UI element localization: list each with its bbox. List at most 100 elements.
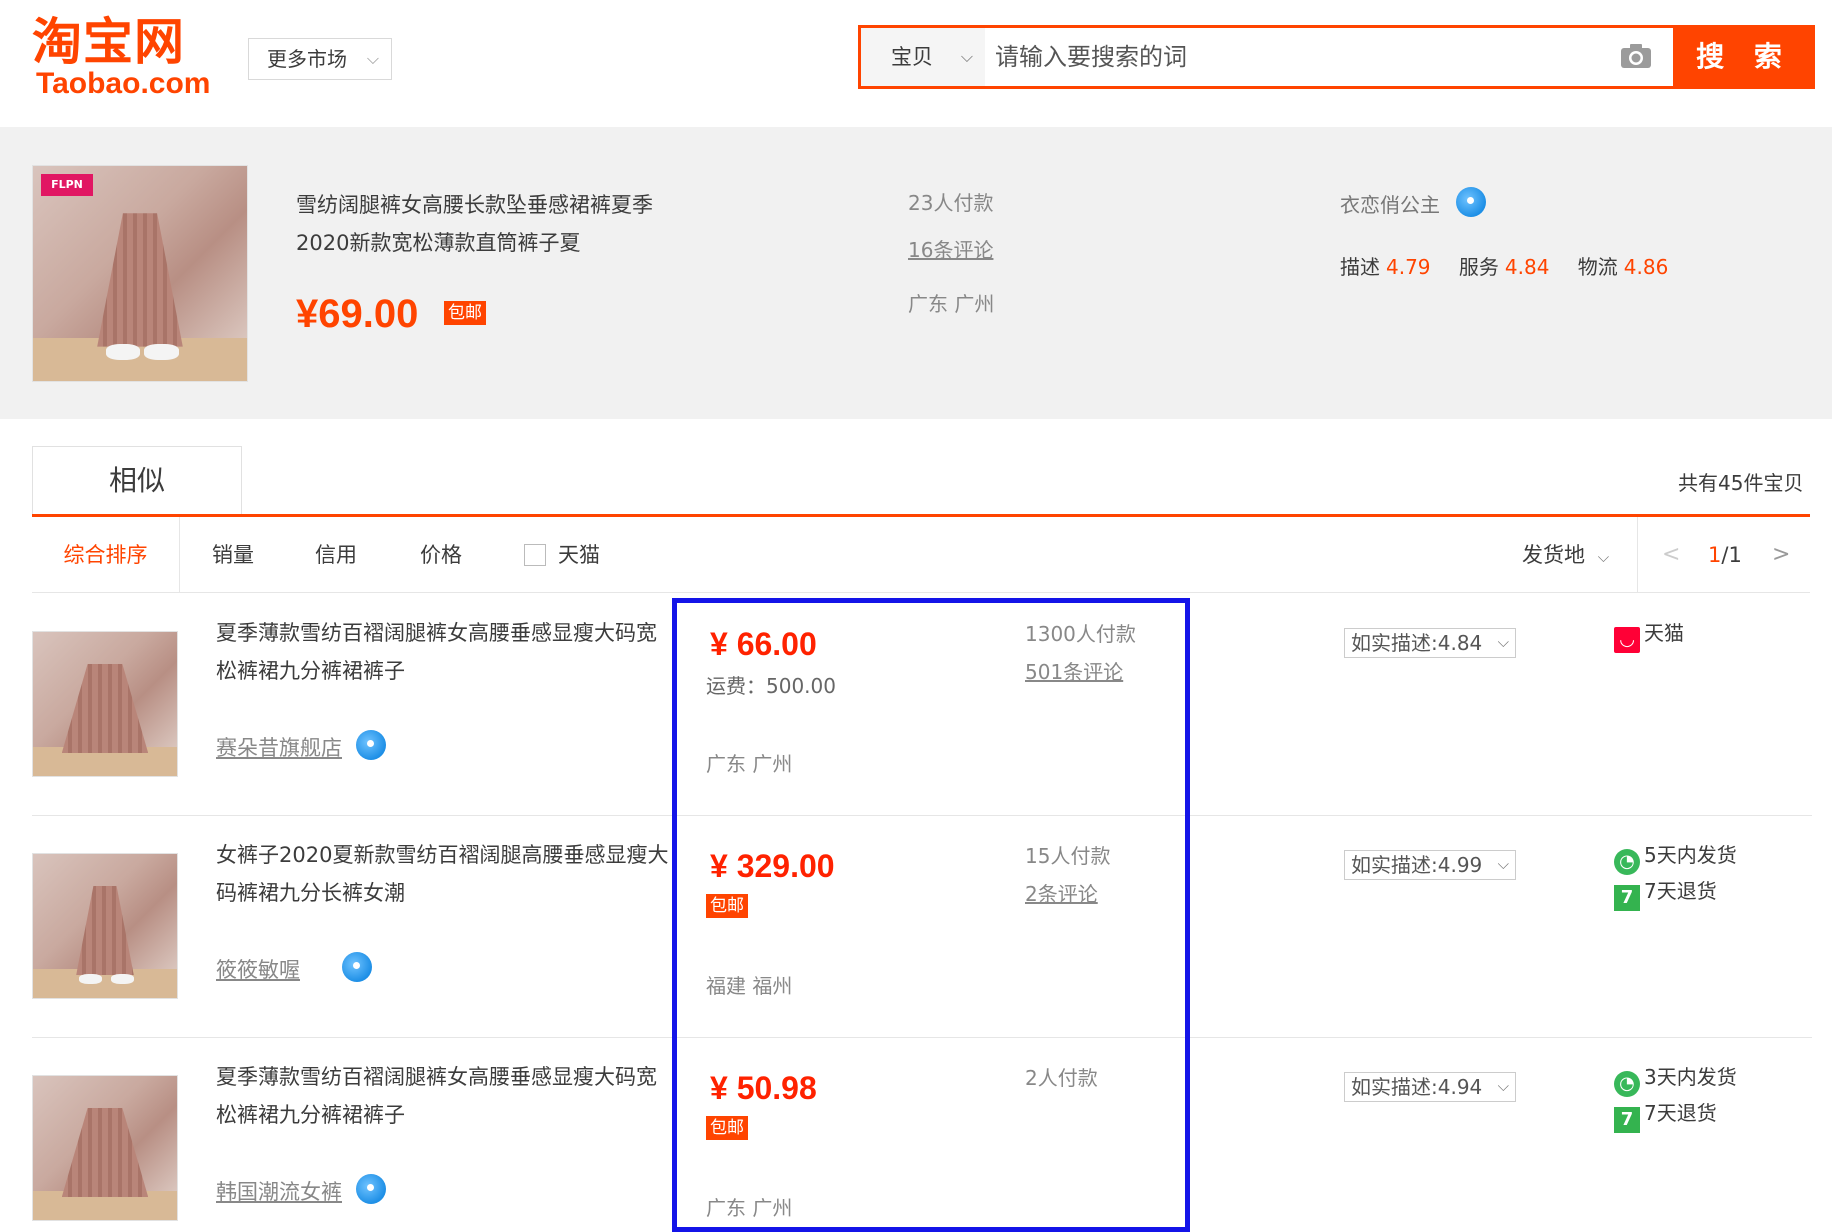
main-item-seller[interactable]: 衣恋俏公主 bbox=[1340, 189, 1440, 218]
chevron-down-icon: ⌵ bbox=[366, 49, 379, 68]
result-row: 夏季薄款雪纺百褶阔腿裤女高腰垂感显瘦大码宽松裤裙九分裤裙裤子 赛朵昔旗舰店 ¥ … bbox=[32, 594, 1812, 816]
search-category-select[interactable]: 宝贝 ⌵ bbox=[861, 28, 985, 86]
result-shipping-fee: 运费：500.00 bbox=[706, 674, 836, 698]
taobao-logo[interactable]: 淘宝网 bbox=[32, 14, 185, 70]
free-shipping-badge: 包邮 bbox=[706, 1116, 748, 1140]
search-button[interactable]: 搜 索 bbox=[1673, 25, 1815, 89]
chevron-down-icon: ⌵ bbox=[960, 47, 973, 66]
seven-day-icon: 7 bbox=[1614, 885, 1640, 911]
result-service-ship[interactable]: ◔ 3天内发货 bbox=[1614, 1064, 1737, 1097]
page-next-icon[interactable]: > bbox=[1772, 517, 1790, 593]
main-item-price: ¥69.00 bbox=[296, 292, 419, 336]
page-prev-icon[interactable]: < bbox=[1662, 517, 1680, 593]
free-shipping-badge: 包邮 bbox=[706, 894, 748, 918]
result-service-label: 5天内发货 bbox=[1644, 843, 1737, 867]
sort-price-button[interactable]: 价格 bbox=[420, 517, 462, 593]
result-item-title[interactable]: 夏季薄款雪纺百褶阔腿裤女高腰垂感显瘦大码宽松裤裙九分裤裙裤子 bbox=[216, 1058, 676, 1134]
more-markets-label: 更多市场 bbox=[267, 47, 347, 71]
seller-scores: 描述 4.79 服务 4.84 物流 4.86 bbox=[1340, 251, 1690, 280]
score-desc-label: 描述 bbox=[1340, 255, 1380, 279]
chevron-down-icon: ⌵ bbox=[1497, 633, 1509, 651]
result-item-image[interactable] bbox=[32, 631, 178, 777]
result-shop-link[interactable]: 赛朵昔旗舰店 bbox=[216, 732, 342, 762]
seven-day-icon: 7 bbox=[1614, 1107, 1640, 1133]
result-shop-link[interactable]: 韩国潮流女裤 bbox=[216, 1176, 342, 1206]
result-rating-dropdown[interactable]: 如实描述:4.94 ⌵ bbox=[1344, 1072, 1516, 1102]
result-location: 福建 福州 bbox=[706, 974, 793, 998]
result-service-tmall[interactable]: ◡ 天猫 bbox=[1614, 620, 1684, 653]
wangwang-chat-icon[interactable] bbox=[1456, 187, 1486, 217]
tab-similar[interactable]: 相似 bbox=[32, 446, 242, 516]
camera-icon[interactable] bbox=[1619, 42, 1653, 70]
result-count: 共有45件宝贝 bbox=[1678, 471, 1804, 495]
tmall-filter-label[interactable]: 天猫 bbox=[558, 517, 600, 593]
brand-logo-badge: FLPN bbox=[41, 174, 93, 196]
sort-bar: 综合排序 销量 信用 价格 天猫 发货地 ⌵ < 1/1 > bbox=[32, 517, 1810, 593]
pager-divider bbox=[1637, 517, 1638, 593]
result-item-image[interactable] bbox=[32, 853, 178, 999]
result-service-label: 天猫 bbox=[1644, 621, 1684, 645]
result-paid-count: 2人付款 bbox=[1025, 1066, 1098, 1090]
result-service-label: 3天内发货 bbox=[1644, 1065, 1737, 1089]
main-item-image[interactable]: FLPN bbox=[32, 165, 248, 382]
search-input[interactable] bbox=[995, 38, 1515, 76]
ship-from-dropdown[interactable]: 发货地 ⌵ bbox=[1522, 517, 1609, 593]
main-item-reviews-link[interactable]: 16条评论 bbox=[908, 234, 993, 263]
page-indicator: 1/1 bbox=[1708, 517, 1742, 593]
result-service-ship[interactable]: ◔ 5天内发货 bbox=[1614, 842, 1737, 875]
result-price: ¥ 50.98 bbox=[710, 1070, 817, 1106]
result-location: 广东 广州 bbox=[706, 1196, 793, 1220]
result-rating-label: 如实描述:4.99 bbox=[1351, 853, 1483, 877]
result-rating-dropdown[interactable]: 如实描述:4.99 ⌵ bbox=[1344, 850, 1516, 880]
free-shipping-badge: 包邮 bbox=[444, 301, 486, 325]
result-item-title[interactable]: 女裤子2020夏新款雪纺百褶阔腿高腰垂感显瘦大码裤裙九分长裤女潮 bbox=[216, 836, 676, 912]
chevron-down-icon: ⌵ bbox=[1497, 855, 1509, 873]
page-current: 1 bbox=[1708, 543, 1722, 567]
score-logistics-value: 4.86 bbox=[1623, 255, 1669, 279]
sort-sales-button[interactable]: 销量 bbox=[212, 517, 254, 593]
result-rating-dropdown[interactable]: 如实描述:4.84 ⌵ bbox=[1344, 628, 1516, 658]
result-location: 广东 广州 bbox=[706, 752, 793, 776]
result-service-return[interactable]: 7 7天退货 bbox=[1614, 878, 1717, 911]
main-item-paid-count: 23人付款 bbox=[908, 191, 994, 215]
result-reviews-link[interactable]: 501条评论 bbox=[1025, 656, 1123, 685]
search-bar: 宝贝 ⌵ 搜 索 bbox=[858, 25, 1815, 89]
chevron-down-icon: ⌵ bbox=[1497, 1077, 1509, 1095]
search-category-label: 宝贝 bbox=[891, 45, 933, 69]
wangwang-chat-icon[interactable] bbox=[356, 1174, 386, 1204]
taobao-logo-en[interactable]: Taobao.com bbox=[36, 66, 210, 102]
wangwang-chat-icon[interactable] bbox=[342, 952, 372, 982]
main-item-title[interactable]: 雪纺阔腿裤女高腰长款坠垂感裙裤夏季2020新款宽松薄款直筒裤子夏 bbox=[296, 186, 706, 262]
result-service-return[interactable]: 7 7天退货 bbox=[1614, 1100, 1717, 1133]
page-total: /1 bbox=[1721, 543, 1742, 567]
result-rating-label: 如实描述:4.94 bbox=[1351, 1075, 1483, 1099]
tmall-filter-checkbox[interactable] bbox=[524, 544, 546, 566]
result-row: 女裤子2020夏新款雪纺百褶阔腿高腰垂感显瘦大码裤裙九分长裤女潮 筱筱敏喔 ¥ … bbox=[32, 816, 1812, 1038]
score-service-label: 服务 bbox=[1458, 255, 1499, 279]
score-service-value: 4.84 bbox=[1504, 255, 1550, 279]
result-item-image[interactable] bbox=[32, 1075, 178, 1221]
result-service-label: 7天退货 bbox=[1644, 879, 1717, 903]
sort-default-button[interactable]: 综合排序 bbox=[32, 517, 180, 593]
result-paid-count: 1300人付款 bbox=[1025, 622, 1136, 646]
clock-icon: ◔ bbox=[1614, 849, 1640, 875]
result-reviews-link[interactable]: 2条评论 bbox=[1025, 878, 1098, 907]
result-price: ¥ 66.00 bbox=[710, 626, 817, 662]
result-rating-label: 如实描述:4.84 bbox=[1351, 631, 1483, 655]
score-desc-value: 4.79 bbox=[1386, 255, 1431, 279]
result-item-title[interactable]: 夏季薄款雪纺百褶阔腿裤女高腰垂感显瘦大码宽松裤裙九分裤裙裤子 bbox=[216, 614, 676, 690]
sort-credit-button[interactable]: 信用 bbox=[315, 517, 357, 593]
clock-icon: ◔ bbox=[1614, 1071, 1640, 1097]
wangwang-chat-icon[interactable] bbox=[356, 730, 386, 760]
more-markets-dropdown[interactable]: 更多市场 ⌵ bbox=[248, 38, 392, 80]
ship-from-label: 发货地 bbox=[1522, 543, 1585, 567]
result-service-label: 7天退货 bbox=[1644, 1101, 1717, 1125]
chevron-down-icon: ⌵ bbox=[1597, 548, 1610, 566]
result-price: ¥ 329.00 bbox=[710, 848, 835, 884]
result-paid-count: 15人付款 bbox=[1025, 844, 1111, 868]
main-item-location: 广东 广州 bbox=[908, 292, 995, 316]
result-shop-link[interactable]: 筱筱敏喔 bbox=[216, 954, 300, 984]
result-row: 夏季薄款雪纺百褶阔腿裤女高腰垂感显瘦大码宽松裤裙九分裤裙裤子 韩国潮流女裤 ¥ … bbox=[32, 1038, 1812, 1232]
score-logistics-label: 物流 bbox=[1577, 255, 1618, 279]
tmall-icon: ◡ bbox=[1614, 627, 1640, 653]
